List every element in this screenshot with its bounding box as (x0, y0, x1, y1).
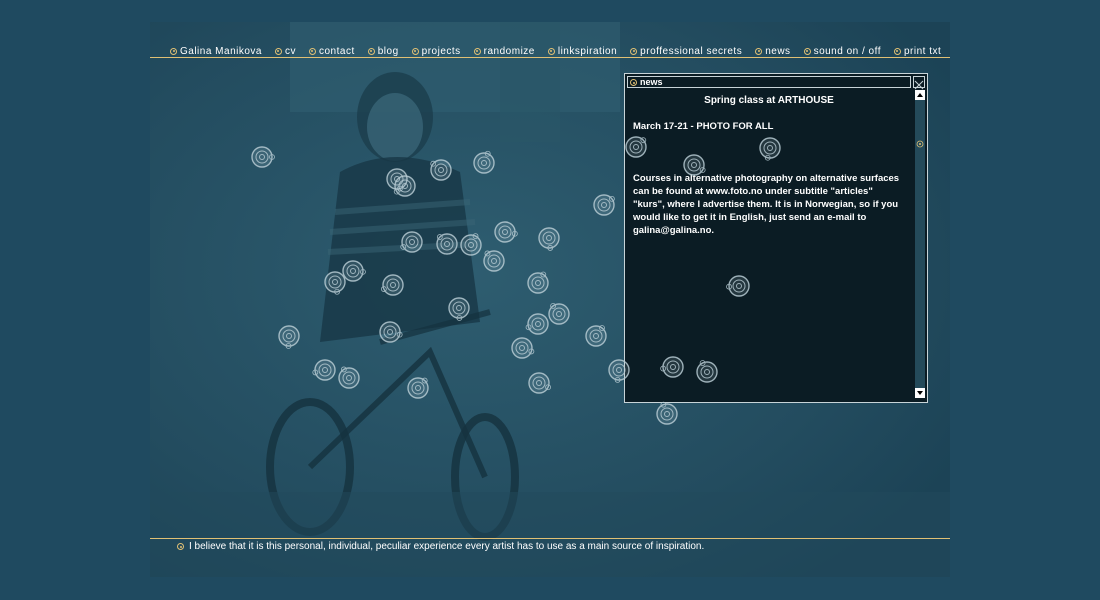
target-ring-icon[interactable] (548, 303, 570, 325)
target-ring-icon[interactable] (585, 325, 607, 347)
target-ring-icon[interactable] (400, 231, 423, 253)
target-ring-icon[interactable] (660, 356, 684, 378)
quote-text: I believe that it is this personal, indi… (189, 541, 705, 552)
target-ring-icon[interactable] (380, 274, 404, 296)
target-ring-icon[interactable] (527, 271, 549, 294)
target-ring-icon[interactable] (473, 150, 495, 174)
target-ring-icon[interactable] (656, 401, 678, 425)
target-ring-icon[interactable] (726, 275, 750, 297)
target-ring-icon[interactable] (407, 377, 429, 399)
target-ring-icon[interactable] (460, 233, 482, 256)
target-ring-icon[interactable] (342, 260, 366, 282)
bottom-divider (150, 538, 950, 539)
target-ring-icon[interactable] (525, 313, 549, 335)
target-ring-icon[interactable] (494, 221, 518, 243)
target-ring-icon[interactable] (608, 359, 630, 383)
target-ring-icon[interactable] (251, 146, 275, 168)
target-ring-icon[interactable] (312, 359, 336, 381)
target-ring-icon[interactable] (511, 337, 535, 359)
target-ring-icon[interactable] (528, 372, 551, 394)
stage: Galina Manikova cv contact blog projects… (150, 22, 950, 577)
target-ring-icon[interactable] (324, 271, 346, 295)
target-ring-icon[interactable] (379, 321, 403, 343)
target-ring-icon[interactable] (759, 137, 781, 161)
quote: I believe that it is this personal, indi… (177, 541, 704, 552)
target-ring-icon[interactable] (338, 366, 360, 389)
target-ring-icon[interactable] (625, 136, 647, 158)
ring-bullet-icon (177, 543, 184, 550)
target-ring-icon[interactable] (448, 297, 470, 321)
target-ring-icon[interactable] (430, 159, 452, 181)
target-ring-icon[interactable] (436, 233, 458, 255)
target-ring-icon[interactable] (593, 194, 615, 216)
target-ring-icon[interactable] (278, 325, 300, 349)
target-ring-icon[interactable] (538, 227, 560, 251)
target-ring-icon[interactable] (483, 250, 505, 272)
target-ring-icon[interactable] (683, 154, 706, 176)
target-ring-icon[interactable] (696, 360, 718, 383)
target-ring-icon[interactable] (393, 175, 416, 197)
bubble-layer (251, 136, 781, 425)
